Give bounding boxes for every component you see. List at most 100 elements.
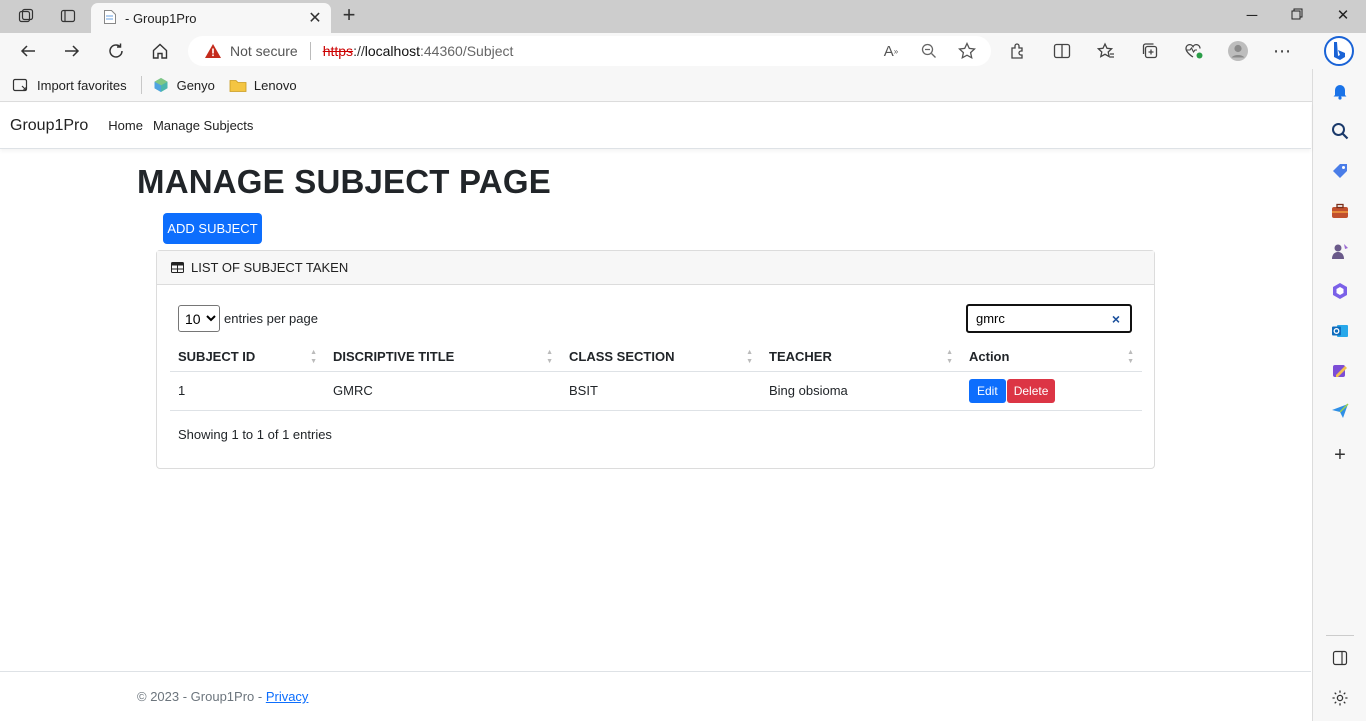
column-header-label: CLASS SECTION xyxy=(569,349,675,365)
tab-actions-icon[interactable] xyxy=(57,6,79,26)
favorite-label: Lenovo xyxy=(253,77,297,93)
performance-heart-icon[interactable] xyxy=(1182,39,1206,63)
site-navbar: Group1Pro Home Manage Subjects xyxy=(0,103,1311,149)
favorite-lenovo-folder[interactable]: Lenovo xyxy=(229,77,297,93)
tools-briefcase-icon[interactable] xyxy=(1328,199,1352,223)
back-icon[interactable] xyxy=(16,39,40,63)
import-icon xyxy=(12,77,30,93)
sort-arrows-icon: ▲ ▼ xyxy=(1127,349,1134,365)
column-header-teacher[interactable]: TEACHER ▲ ▼ xyxy=(761,343,961,372)
divider xyxy=(309,42,311,60)
folder-icon xyxy=(229,77,247,93)
favorite-import[interactable]: Import favorites xyxy=(12,77,127,93)
site-footer: © 2023 - Group1Pro - Privacy xyxy=(0,671,1311,721)
sort-arrows-icon: ▲ ▼ xyxy=(746,349,753,365)
games-icon[interactable] xyxy=(1328,239,1352,263)
table-search[interactable]: × xyxy=(966,304,1132,333)
entries-per-page: 10 entries per page xyxy=(178,305,318,332)
extensions-icon[interactable] xyxy=(1006,39,1030,63)
favorites-bar: Import favorites Genyo Lenovo xyxy=(0,69,1312,102)
read-aloud-icon[interactable]: A» xyxy=(881,41,901,61)
column-header-label: DISCRIPTIVE TITLE xyxy=(333,349,455,365)
url-scheme: https xyxy=(322,43,354,59)
shopping-tag-icon[interactable] xyxy=(1328,159,1352,183)
column-header-subject-id[interactable]: SUBJECT ID ▲ ▼ xyxy=(170,343,325,372)
favorite-star-icon[interactable] xyxy=(957,41,977,61)
card-title: LIST OF SUBJECT TAKEN xyxy=(191,260,349,275)
minimize-icon[interactable]: ─ xyxy=(1241,4,1263,28)
send-plane-icon[interactable] xyxy=(1328,399,1352,423)
footer-copyright: © 2023 - Group1Pro - xyxy=(137,689,266,704)
add-sidebar-item-icon[interactable]: + xyxy=(1328,443,1352,467)
clear-search-icon[interactable]: × xyxy=(1112,311,1120,327)
bell-icon[interactable] xyxy=(1328,79,1352,103)
card-header: LIST OF SUBJECT TAKEN xyxy=(157,251,1154,285)
split-screen-icon[interactable] xyxy=(1050,39,1074,63)
add-subject-button[interactable]: ADD SUBJECT xyxy=(163,213,262,244)
refresh-icon[interactable] xyxy=(104,39,128,63)
cell-class-section: BSIT xyxy=(561,371,761,411)
edge-sidebar: + xyxy=(1312,69,1366,721)
sort-arrows-icon: ▲ ▼ xyxy=(946,349,953,365)
home-icon[interactable] xyxy=(148,39,172,63)
tab-close-icon[interactable]: ✕ xyxy=(305,8,325,28)
page-favicon-icon xyxy=(103,9,117,28)
url-path: :44360/Subject xyxy=(420,43,514,59)
profile-avatar-icon[interactable] xyxy=(1226,39,1250,63)
sort-arrows-icon: ▲ ▼ xyxy=(546,349,553,365)
search-icon[interactable] xyxy=(1328,119,1352,143)
outlook-icon[interactable] xyxy=(1328,319,1352,343)
browser-tab-bar: - Group1Pro ✕ + ─ ✕ xyxy=(0,0,1366,33)
divider xyxy=(140,76,142,94)
favorite-label: Import favorites xyxy=(37,77,127,93)
table-row: 1 GMRC BSIT Bing obsioma Edit Delete xyxy=(170,371,1142,411)
cell-teacher: Bing obsioma xyxy=(761,371,961,411)
collections-icon[interactable] xyxy=(1138,39,1162,63)
favorite-genyo[interactable]: Genyo xyxy=(152,77,215,93)
delete-button[interactable]: Delete xyxy=(1006,378,1056,403)
nav-link-manage-subjects[interactable]: Manage Subjects xyxy=(153,118,253,133)
edit-button[interactable]: Edit xyxy=(969,378,1006,403)
tab-title: - Group1Pro xyxy=(125,10,197,26)
browser-tab-active[interactable]: - Group1Pro ✕ xyxy=(91,3,331,33)
url-text[interactable]: https://localhost:44360/Subject xyxy=(323,43,514,59)
column-header-class-section[interactable]: CLASS SECTION ▲ ▼ xyxy=(561,343,761,372)
column-header-label: TEACHER xyxy=(769,349,832,365)
per-page-select[interactable]: 10 xyxy=(178,305,220,332)
warning-icon xyxy=(205,44,221,58)
designer-icon[interactable] xyxy=(1328,359,1352,383)
more-options-icon[interactable]: ⋯ xyxy=(1270,39,1294,63)
close-window-icon[interactable]: ✕ xyxy=(1332,4,1354,28)
url-separator: :// xyxy=(353,43,365,59)
url-host: localhost xyxy=(364,43,420,59)
restore-icon[interactable] xyxy=(1286,4,1308,28)
genyo-logo-icon xyxy=(152,77,170,93)
hide-sidebar-icon[interactable] xyxy=(1328,646,1352,670)
divider xyxy=(1326,635,1354,636)
forward-icon[interactable] xyxy=(60,39,84,63)
search-input[interactable] xyxy=(976,311,1104,326)
favorite-label: Genyo xyxy=(176,77,215,93)
address-bar[interactable]: Not secure https://localhost:44360/Subje… xyxy=(188,36,991,66)
new-tab-icon[interactable]: + xyxy=(338,4,360,28)
column-header-action[interactable]: Action ▲ ▼ xyxy=(961,343,1142,372)
cell-subject-id: 1 xyxy=(170,371,325,411)
table-info: Showing 1 to 1 of 1 entries xyxy=(178,427,332,442)
security-label[interactable]: Not secure xyxy=(230,43,298,59)
sort-arrows-icon: ▲ ▼ xyxy=(310,349,317,365)
site-brand-link[interactable]: Group1Pro xyxy=(10,117,88,135)
column-header-descriptive-title[interactable]: DISCRIPTIVE TITLE ▲ ▼ xyxy=(325,343,561,372)
bing-copilot-icon[interactable] xyxy=(1323,35,1355,67)
nav-link-home[interactable]: Home xyxy=(108,118,143,133)
workspaces-icon[interactable] xyxy=(15,6,37,26)
microsoft-365-icon[interactable] xyxy=(1328,279,1352,303)
settings-gear-icon[interactable] xyxy=(1328,686,1352,710)
column-header-label: SUBJECT ID xyxy=(178,349,256,365)
privacy-link[interactable]: Privacy xyxy=(266,689,309,704)
table-icon xyxy=(171,262,184,273)
subject-list-card: LIST OF SUBJECT TAKEN 10 entries per pag… xyxy=(156,250,1155,469)
web-page: Group1Pro Home Manage Subjects MANAGE SU… xyxy=(0,103,1311,721)
zoom-out-icon[interactable] xyxy=(919,41,939,61)
page-title: MANAGE SUBJECT PAGE xyxy=(137,163,551,200)
favorites-icon[interactable] xyxy=(1094,39,1118,63)
